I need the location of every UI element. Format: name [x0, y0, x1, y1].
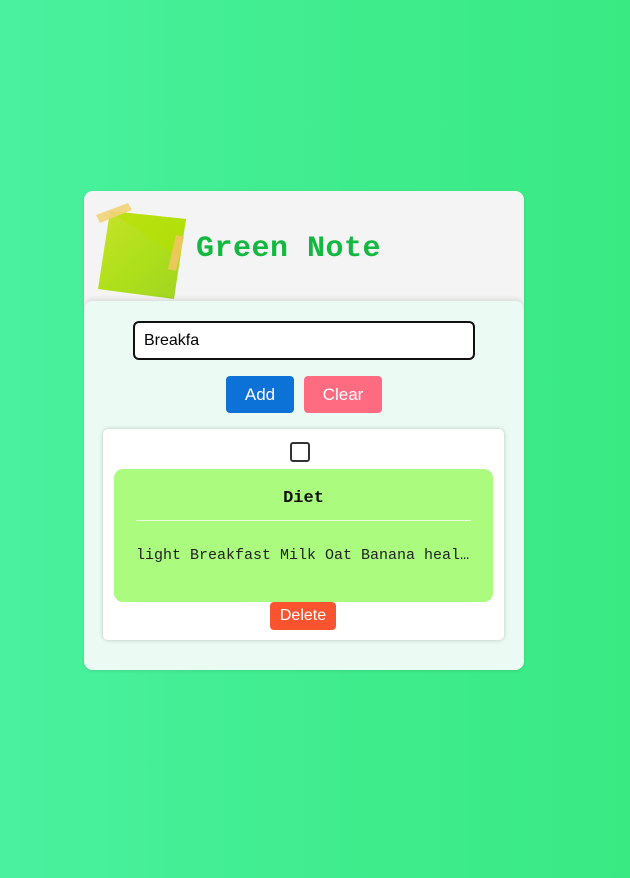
- note-panel: Add Clear Diet light Breakfast Milk Oat …: [84, 301, 524, 670]
- add-button[interactable]: Add: [226, 376, 294, 413]
- note-divider: [136, 520, 471, 521]
- clear-button[interactable]: Clear: [304, 376, 382, 413]
- app-header: Green Note: [84, 191, 524, 311]
- note-card: Diet light Breakfast Milk Oat Banana hea…: [103, 429, 504, 640]
- note-content: light Breakfast Milk Oat Banana healthy: [136, 547, 471, 564]
- app-title: Green Note: [196, 232, 382, 266]
- note-title: Diet: [283, 489, 324, 508]
- checkbox-icon[interactable]: [290, 442, 310, 462]
- note-body: Diet light Breakfast Milk Oat Banana hea…: [114, 469, 493, 602]
- note-app: Green Note Add Clear Diet light Breakfas…: [84, 191, 524, 670]
- delete-button[interactable]: Delete: [270, 602, 336, 630]
- sticky-note-logo-icon: [96, 203, 186, 299]
- note-input[interactable]: [133, 321, 475, 360]
